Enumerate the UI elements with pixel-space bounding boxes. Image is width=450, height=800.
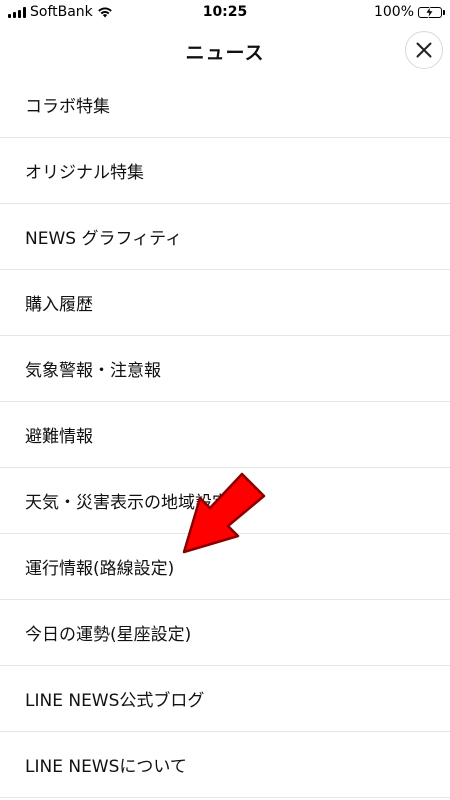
screen: SoftBank 10:25 100% ニュース コラボ特集 オリジナル特集 N… — [0, 0, 450, 800]
menu-item-region-settings[interactable]: 天気・災害表示の地域設定 — [0, 468, 450, 534]
menu-item-collab-special[interactable]: コラボ特集 — [0, 72, 450, 138]
battery-percent: 100% — [373, 4, 414, 20]
status-right: 100% — [373, 4, 445, 20]
menu-item-news-graffiti[interactable]: NEWS グラフィティ — [0, 204, 450, 270]
menu-item-label: LINE NEWSについて — [25, 757, 187, 777]
battery-icon — [418, 6, 445, 18]
menu-item-label: 運行情報(路線設定) — [25, 559, 175, 579]
menu-list: コラボ特集 オリジナル特集 NEWS グラフィティ 購入履歴 気象警報・注意報 … — [0, 72, 450, 798]
menu-item-label: オリジナル特集 — [25, 163, 144, 183]
menu-item-label: 気象警報・注意報 — [25, 361, 161, 381]
page-title: ニュース — [185, 42, 265, 64]
menu-item-label: 購入履歴 — [25, 295, 93, 315]
menu-item-weather-warnings[interactable]: 気象警報・注意報 — [0, 336, 450, 402]
close-icon — [416, 42, 432, 58]
menu-item-purchase-history[interactable]: 購入履歴 — [0, 270, 450, 336]
menu-item-label: 避難情報 — [25, 427, 93, 447]
menu-item-evacuation-info[interactable]: 避難情報 — [0, 402, 450, 468]
menu-item-about-line-news[interactable]: LINE NEWSについて — [0, 732, 450, 798]
status-bar: SoftBank 10:25 100% — [0, 0, 450, 26]
menu-item-label: コラボ特集 — [25, 97, 110, 117]
menu-item-label: NEWS グラフィティ — [25, 229, 183, 249]
menu-item-label: 天気・災害表示の地域設定 — [25, 493, 229, 513]
menu-item-horoscope[interactable]: 今日の運勢(星座設定) — [0, 600, 450, 666]
menu-item-train-info[interactable]: 運行情報(路線設定) — [0, 534, 450, 600]
menu-item-label: 今日の運勢(星座設定) — [25, 625, 192, 645]
menu-item-label: LINE NEWS公式ブログ — [25, 691, 205, 711]
menu-item-original-special[interactable]: オリジナル特集 — [0, 138, 450, 204]
close-button[interactable] — [405, 31, 443, 69]
menu-item-official-blog[interactable]: LINE NEWS公式ブログ — [0, 666, 450, 732]
charging-bolt-icon — [425, 6, 434, 18]
header: ニュース — [0, 26, 450, 74]
